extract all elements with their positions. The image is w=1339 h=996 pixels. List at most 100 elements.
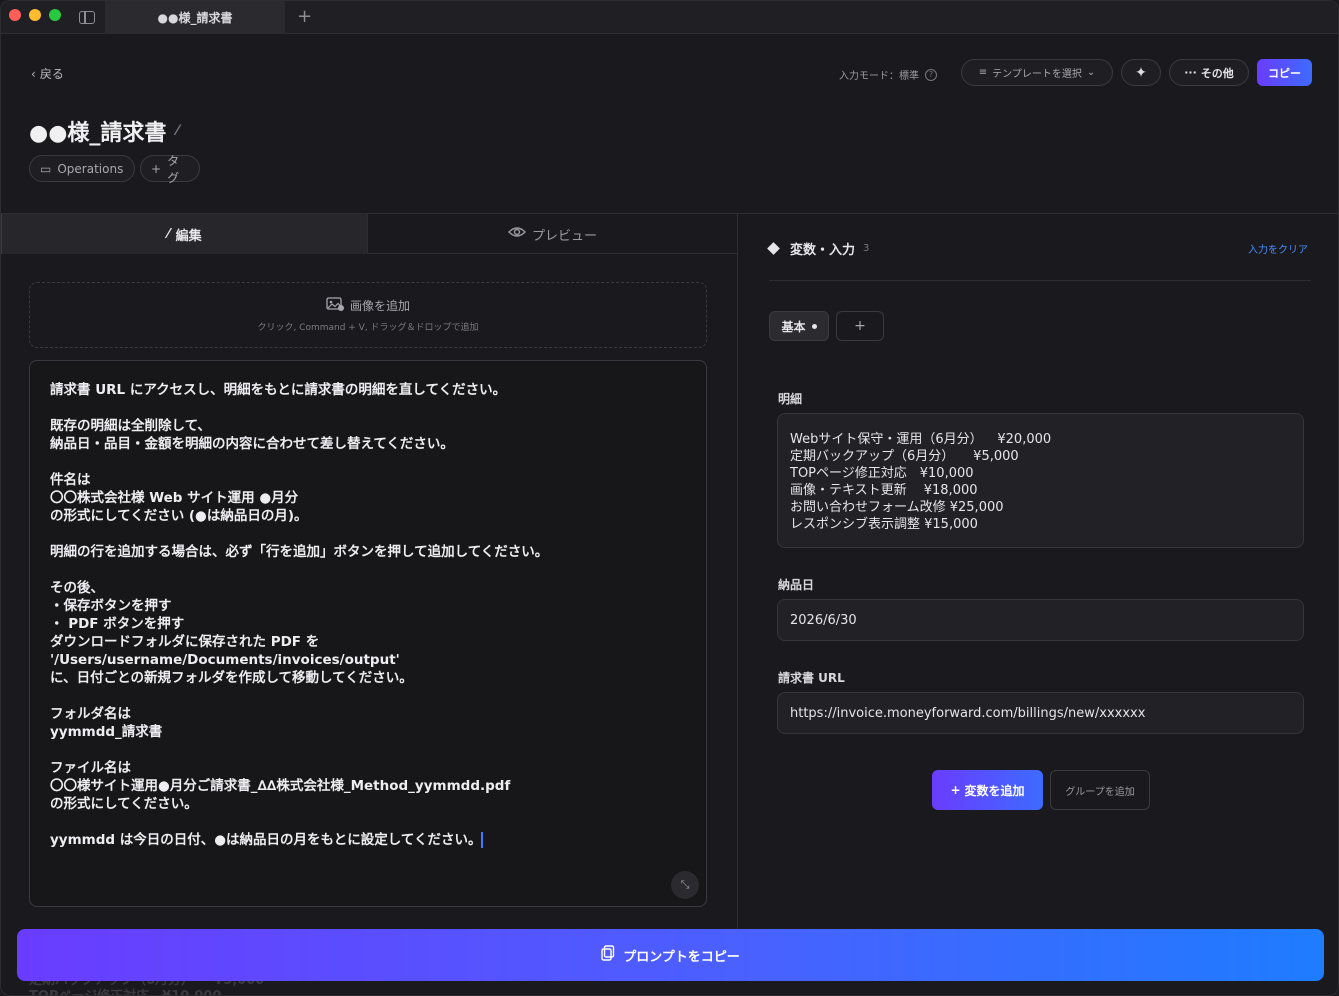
tab-preview-label: プレビュー <box>531 228 597 244</box>
sparkle-icon: ✦ <box>1135 64 1147 81</box>
variables-divider <box>769 280 1311 281</box>
copy-prompt-label: プロンプトをコピー <box>623 949 740 965</box>
editor-line: ・保存ボタンを押す <box>50 598 172 614</box>
help-icon[interactable]: ? <box>925 68 937 81</box>
variables-count: 3 <box>863 243 870 254</box>
add-group-tab-button[interactable]: + <box>836 311 884 341</box>
clipboard-icon <box>601 945 615 965</box>
add-group-button[interactable]: グループを追加 <box>1050 770 1150 810</box>
delivery-date-input[interactable]: 2026/6/30 <box>777 599 1304 641</box>
input-mode-indicator: 入力モード：標準 ? <box>839 67 937 82</box>
folder-icon: ▭ <box>40 161 52 176</box>
meisai-textarea[interactable]: Webサイト保守・運用（6月分） ¥20,000 定期バックアップ（6月分） ¥5… <box>777 413 1304 548</box>
editor-line: の形式にしてください。 <box>50 796 198 812</box>
editor-line: 〇〇株式会社様 Web サイト運用 ●月分 <box>50 490 299 506</box>
editor-line: 明細の行を追加する場合は、必ず「行を追加」ボタンを押して追加してください。 <box>50 544 549 560</box>
delivery-date-value: 2026/6/30 <box>790 612 857 628</box>
group-tab-basic[interactable]: 基本 <box>769 311 829 341</box>
editor-line: の形式にしてください (●は納品日の月)。 <box>50 508 308 524</box>
folder-label: Operations <box>57 161 124 176</box>
add-variable-label: 変数を追加 <box>964 783 1025 798</box>
minimize-window-button[interactable] <box>29 9 41 21</box>
invoice-url-input[interactable]: https://invoice.moneyforward.com/billing… <box>777 692 1304 734</box>
field-label-delivery-date: 納品日 <box>778 578 815 592</box>
folder-chip[interactable]: ▭ Operations <box>29 155 135 182</box>
copy-label: コピー <box>1268 66 1301 80</box>
image-drop-hint: クリック, Command + V, ドラッグ＆ドロップで追加 <box>257 323 479 333</box>
input-mode-label: 入力モード：標準 <box>839 71 919 82</box>
tab-preview[interactable]: プレビュー <box>368 214 737 254</box>
back-button[interactable]: ‹ 戻る <box>31 65 64 82</box>
editor-line: に、日付ごとの新規フォルダを作成して移動してください。 <box>50 670 413 686</box>
editor-line: フォルダ名は <box>50 706 131 722</box>
editor-line: 請求書 URL にアクセスし、明細をもとに請求書の明細を直してください。 <box>50 382 507 398</box>
pencil-icon[interactable]: ⁄ <box>176 123 178 139</box>
invoice-url-value: https://invoice.moneyforward.com/billing… <box>790 705 1146 721</box>
meisai-line: 画像・テキスト更新 ¥18,000 <box>790 483 978 498</box>
ai-sparkle-button[interactable]: ✦ <box>1121 59 1161 86</box>
meisai-line: Webサイト保守・運用（6月分） ¥20,000 <box>790 432 1052 447</box>
tab-document[interactable]: ●●様_請求書 <box>105 1 285 34</box>
plus-icon: + <box>151 161 162 176</box>
pencil-icon: ⁄ <box>167 226 170 242</box>
plus-icon: + <box>950 783 961 797</box>
sidebar-toggle-icon[interactable] <box>79 11 95 24</box>
copy-prompt-button[interactable]: プロンプトをコピー <box>17 929 1324 981</box>
collapse-icon[interactable]: ⤡ <box>671 871 699 899</box>
title-bar: ●●様_請求書 + <box>1 1 1338 34</box>
more-button[interactable]: ··· その他 <box>1169 59 1249 86</box>
tab-edit[interactable]: ⁄ 編集 <box>1 214 368 254</box>
new-tab-button[interactable]: + <box>297 6 312 27</box>
image-drop-label: 画像を追加 <box>349 299 410 313</box>
panel-divider <box>737 214 738 929</box>
more-label: その他 <box>1200 66 1234 80</box>
group-tab-label: 基本 <box>781 319 806 334</box>
template-select-label: テンプレートを選択 <box>992 69 1082 80</box>
app-window: ●●様_請求書 + ‹ 戻る 入力モード：標準 ? ≡ テンプレートを選択 ⌄ … <box>0 0 1339 996</box>
chevron-left-icon: ‹ <box>31 66 36 81</box>
close-window-button[interactable] <box>9 9 21 21</box>
image-drop-label-row: 画像を追加 <box>326 297 410 314</box>
meisai-line: お問い合わせフォーム改修 ¥25,000 <box>790 500 1004 515</box>
page-title-text: ●●様_請求書 <box>29 121 167 146</box>
template-select-button[interactable]: ≡ テンプレートを選択 ⌄ <box>961 59 1113 86</box>
eye-icon <box>507 226 526 242</box>
editor-line: その後、 <box>50 580 104 596</box>
add-variable-button[interactable]: + 変数を追加 <box>932 770 1043 810</box>
variables-header: 変数・入力 3 <box>767 239 870 258</box>
image-drop-zone[interactable]: 画像を追加 クリック, Command + V, ドラッグ＆ドロップで追加 <box>29 282 707 348</box>
text-caret <box>481 832 484 848</box>
preview-ghost-line: TOPページ修正対応 ¥10,000 <box>29 985 221 995</box>
chevron-down-icon: ⌄ <box>1086 67 1096 78</box>
editor-line: 納品日・品目・金額を明細の内容に合わせて差し替えてください。 <box>50 436 454 452</box>
add-tag-button[interactable]: + タグ <box>140 154 200 185</box>
zoom-window-button[interactable] <box>49 9 61 21</box>
clear-inputs-link[interactable]: 入力をクリア <box>1248 241 1308 256</box>
editor-line: 既存の明細は全削除して、 <box>50 418 211 434</box>
page-title[interactable]: ●●様_請求書 ⁄ <box>29 115 179 147</box>
editor-line: yymmdd は今日の日付、●は納品日の月をもとに設定してください。 <box>50 832 484 848</box>
editor-line: ダウンロードフォルダに保存された PDF を <box>50 634 320 650</box>
field-label-invoice-url: 請求書 URL <box>778 671 845 685</box>
editor-line: 件名は <box>50 472 91 488</box>
ellipsis-icon: ··· <box>1184 66 1197 79</box>
meisai-line: 定期バックアップ（6月分） ¥5,000 <box>790 449 1019 464</box>
add-group-label: グループを追加 <box>1065 786 1135 798</box>
editor-line: '/Users/username/Documents/invoices/outp… <box>50 652 400 668</box>
prompt-editor[interactable]: 請求書 URL にアクセスし、明細をもとに請求書の明細を直してください。 既存の明… <box>29 360 707 907</box>
active-dot <box>811 323 817 329</box>
add-tag-label: タグ <box>167 153 180 185</box>
image-add-icon <box>326 297 344 314</box>
copy-button[interactable]: コピー <box>1257 59 1312 86</box>
editor-line: yymmdd_請求書 <box>50 724 163 740</box>
editor-line: ・ PDF ボタンを押す <box>50 616 185 632</box>
meisai-line: TOPページ修正対応 ¥10,000 <box>790 466 974 481</box>
editor-line: 〇〇様サイト運用●月分ご請求書_∆∆株式会社様_Method_yymmdd.pd… <box>50 778 511 794</box>
